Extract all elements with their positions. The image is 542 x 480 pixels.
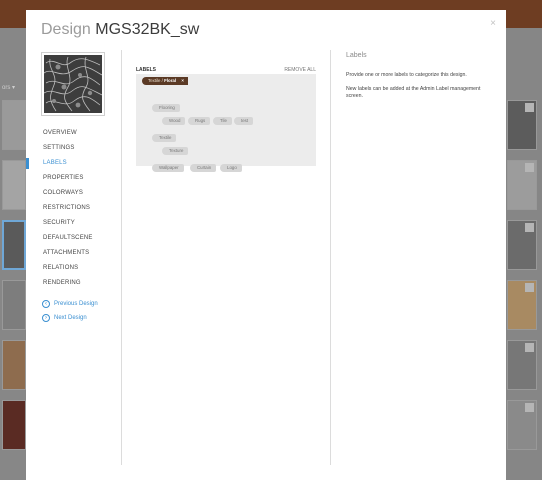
label-tag-texture[interactable]: Texture	[162, 147, 189, 155]
selected-label-parent: Textile /	[148, 78, 163, 83]
remove-all-button[interactable]: REMOVE ALL	[284, 67, 316, 73]
next-design-label: Next Design	[54, 315, 87, 321]
label-tag-wallpaper[interactable]: Wallpaper	[152, 164, 184, 172]
background-thumbnail-selected	[2, 220, 26, 270]
background-thumbnail	[507, 220, 537, 270]
nav-item-attachments[interactable]: ATTACHMENTS	[26, 246, 120, 261]
info-description: Provide one or more labels to categorize…	[346, 72, 467, 78]
previous-design-label: Previous Design	[54, 301, 98, 307]
design-name: MGS32BK_sw	[95, 21, 200, 38]
nav-item-restrictions[interactable]: RESTRICTIONS	[26, 201, 120, 216]
close-icon[interactable]: ×	[490, 18, 496, 29]
label-tag-logo[interactable]: Logo	[220, 164, 242, 172]
design-modal: × Design MGS32BK_sw OVERVIEW SETTINGS LA…	[26, 10, 506, 480]
remove-label-icon[interactable]: ×	[181, 77, 184, 85]
background-thumbnail	[507, 340, 537, 390]
label-tag-textile[interactable]: Textile	[152, 134, 177, 142]
background-thumbnail	[507, 400, 537, 450]
background-thumbnail	[2, 280, 26, 330]
labels-header: LABELS REMOVE ALL	[136, 67, 316, 73]
labels-selector: Textile / Floral × Flooring Wood Rugs Ti…	[136, 74, 316, 172]
arrow-left-icon: ‹	[42, 300, 50, 308]
nav-item-properties[interactable]: PROPERTIES	[26, 171, 120, 186]
label-tag-flooring[interactable]: Flooring	[152, 104, 180, 112]
background-filter-label: ors ▾	[2, 85, 16, 91]
background-thumbnail	[507, 280, 537, 330]
background-thumbnail	[2, 160, 26, 210]
background-thumbnail	[2, 100, 26, 150]
info-title: Labels	[346, 52, 367, 59]
title-prefix: Design	[41, 21, 91, 38]
next-design-link[interactable]: › Next Design	[42, 314, 132, 322]
design-preview-image	[41, 52, 105, 116]
nav-item-overview[interactable]: OVERVIEW	[26, 126, 120, 141]
nav-item-labels[interactable]: LABELS	[26, 156, 120, 171]
nav-item-defaultscene[interactable]: DEFAULTSCENE	[26, 231, 120, 246]
design-pattern-thumbnail	[44, 55, 102, 113]
background-thumbnail	[2, 340, 26, 390]
nav-item-colorways[interactable]: COLORWAYS	[26, 186, 120, 201]
label-tag-curtain[interactable]: Curtain	[190, 164, 217, 172]
label-tag-wood[interactable]: Wood	[162, 117, 186, 125]
label-tag-tile[interactable]: Tile	[213, 117, 232, 125]
background-thumbnail	[507, 160, 537, 210]
design-nav: OVERVIEW SETTINGS LABELS PROPERTIES COLO…	[26, 126, 120, 291]
nav-item-rendering[interactable]: RENDERING	[26, 276, 120, 291]
selected-label-tag[interactable]: Textile / Floral ×	[142, 77, 188, 85]
page-title: Design MGS32BK_sw	[41, 21, 199, 39]
nav-item-security[interactable]: SECURITY	[26, 216, 120, 231]
label-tag-rugs[interactable]: Rugs	[188, 117, 211, 125]
nav-item-settings[interactable]: SETTINGS	[26, 141, 120, 156]
labels-heading: LABELS	[136, 67, 156, 73]
previous-design-link[interactable]: ‹ Previous Design	[42, 300, 132, 308]
label-tag-test[interactable]: test	[234, 117, 254, 125]
column-divider	[121, 50, 122, 465]
background-thumbnail	[507, 100, 537, 150]
selected-label-name: Floral	[164, 78, 177, 83]
column-divider	[330, 50, 331, 465]
background-thumbnail	[2, 400, 26, 450]
info-note: New labels can be added at the Admin Lab…	[346, 86, 481, 99]
arrow-right-icon: ›	[42, 314, 50, 322]
nav-item-relations[interactable]: RELATIONS	[26, 261, 120, 276]
